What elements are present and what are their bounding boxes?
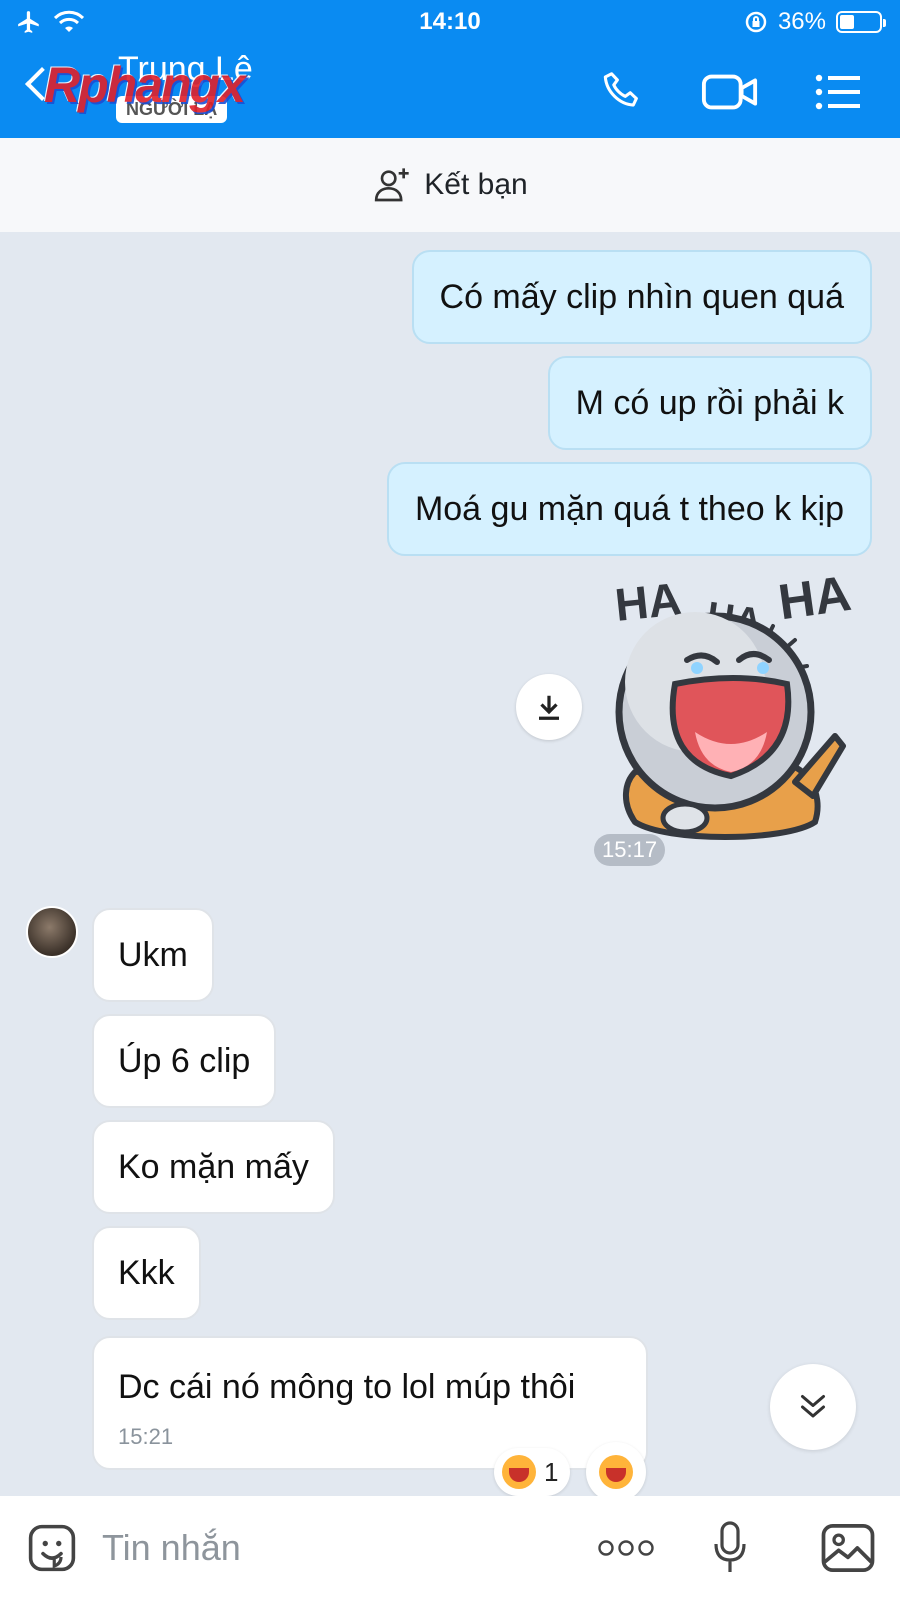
download-icon xyxy=(539,695,559,720)
add-friend-bar[interactable]: Kết bạn xyxy=(0,138,900,232)
incoming-message[interactable]: Úp 6 clip xyxy=(92,1014,277,1108)
outgoing-message[interactable]: Có mấy clip nhìn quen quá xyxy=(411,250,872,344)
reaction-summary[interactable]: 1 xyxy=(494,1448,571,1496)
scroll-to-bottom-button[interactable] xyxy=(770,1364,856,1450)
watermark-logo: Rphangx xyxy=(44,57,246,113)
status-bar: 14:10 36% xyxy=(0,0,900,44)
laughing-sticker[interactable]: HA HA HA xyxy=(615,572,865,842)
add-friend-label: Kết bạn xyxy=(424,168,528,201)
message-timestamp: 15:21 xyxy=(118,1424,174,1449)
message-text: Dc cái nó mông to lol múp thôi xyxy=(118,1368,576,1406)
incoming-message[interactable]: Ukm xyxy=(92,908,214,1002)
sticker-timestamp: 15:17 xyxy=(594,834,666,866)
image-icon[interactable] xyxy=(818,1520,878,1576)
status-right: 36% xyxy=(744,8,886,36)
add-reaction-button[interactable] xyxy=(586,1442,646,1502)
rotation-lock-icon xyxy=(745,11,767,33)
video-call-icon[interactable] xyxy=(700,66,760,118)
download-button[interactable] xyxy=(516,674,582,740)
battery-percent: 36% xyxy=(777,8,826,35)
phone-icon[interactable] xyxy=(596,66,648,118)
sticker-icon[interactable] xyxy=(24,1520,80,1576)
battery-fill xyxy=(840,15,854,29)
sticker-text-ha-3: HA xyxy=(775,572,854,630)
incoming-message[interactable]: Ko mặn mấy xyxy=(92,1120,335,1214)
contact-avatar[interactable] xyxy=(26,906,78,958)
message-input-bar xyxy=(0,1496,900,1600)
laughing-emoji-icon xyxy=(502,1455,536,1489)
laughing-emoji-icon xyxy=(599,1455,633,1489)
menu-list-icon[interactable] xyxy=(810,66,866,118)
outgoing-message[interactable]: Moá gu mặn quá t theo k kịp xyxy=(386,462,872,556)
header-bar: 14:10 36% Trung Lê NGƯỜI LẠ Rphangx xyxy=(0,0,900,138)
add-friend-icon xyxy=(375,168,409,202)
microphone-icon[interactable] xyxy=(708,1520,752,1576)
incoming-message-last[interactable]: Dc cái nó mông to lol múp thôi 15:21 xyxy=(92,1336,648,1470)
message-input[interactable] xyxy=(102,1524,542,1572)
more-icon[interactable] xyxy=(596,1520,656,1576)
battery-icon xyxy=(836,11,886,33)
reaction-count: 1 xyxy=(544,1456,559,1487)
incoming-message[interactable]: Kkk xyxy=(92,1226,201,1320)
double-chevron-down-icon xyxy=(801,1395,825,1418)
outgoing-message[interactable]: M có up rồi phải k xyxy=(547,356,872,450)
